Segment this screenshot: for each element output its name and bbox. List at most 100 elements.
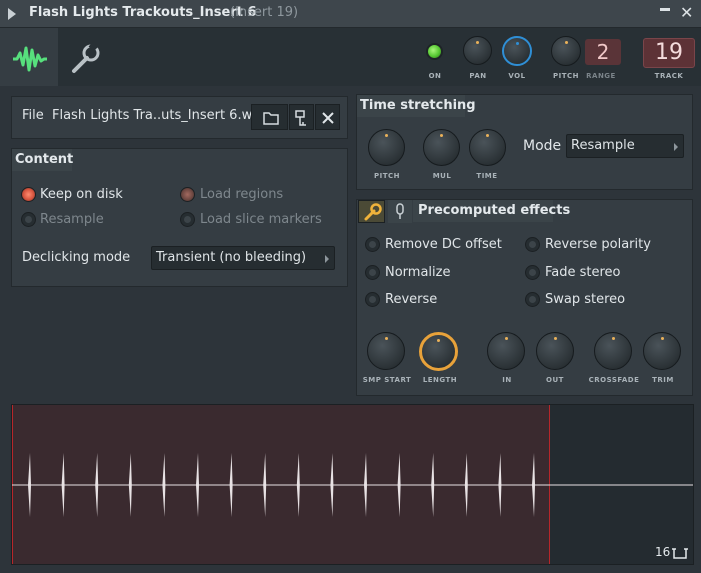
- precomputed-effects-title: Precomputed effects: [418, 203, 571, 218]
- length-knob[interactable]: [419, 332, 458, 371]
- track-label: TRACK: [654, 72, 684, 80]
- pan-knob[interactable]: [463, 36, 492, 65]
- resample-radio[interactable]: [21, 212, 36, 227]
- remove-dc-offset-radio[interactable]: [365, 237, 380, 252]
- mode-label: Mode: [523, 138, 562, 154]
- waveform-transient: [330, 453, 334, 517]
- waveform-transient: [95, 453, 99, 517]
- load-slice-markers-radio[interactable]: [180, 212, 195, 227]
- window-title: Flash Lights Trackouts_Insert 6: [29, 5, 257, 20]
- crossfade-knob[interactable]: [594, 332, 632, 370]
- declicking-mode-label: Declicking mode: [22, 250, 131, 265]
- remove-file-button[interactable]: [315, 104, 340, 130]
- effects-mic-button[interactable]: [388, 200, 412, 223]
- waveform-transient: [196, 453, 199, 517]
- waveform-transient: [532, 453, 535, 517]
- file-name: Flash Lights Tra..uts_Insert 6.wav: [52, 108, 268, 123]
- waveform-transient: [263, 453, 267, 517]
- in-label: IN: [502, 376, 512, 384]
- microphone-icon: [396, 203, 404, 219]
- out-label: OUT: [546, 376, 564, 384]
- minimize-icon[interactable]: [660, 8, 670, 11]
- on-label: ON: [428, 72, 442, 80]
- waveform-transient: [61, 453, 65, 517]
- in-knob[interactable]: [487, 332, 525, 370]
- mode-select[interactable]: Resample: [566, 134, 684, 158]
- vol-label: VOL: [508, 72, 526, 80]
- smp-start-knob[interactable]: [367, 332, 405, 370]
- open-folder-button[interactable]: [251, 104, 288, 130]
- folder-icon: [263, 112, 279, 125]
- fade-stereo-label: Fade stereo: [545, 265, 621, 280]
- close-icon[interactable]: ✕: [680, 3, 693, 23]
- dropdown-arrow-icon: [674, 143, 678, 151]
- normalize-label: Normalize: [385, 265, 451, 280]
- time-stretching-title: Time stretching: [360, 98, 476, 113]
- pan-label: PAN: [469, 72, 487, 80]
- smp-start-label: SMP START: [362, 376, 412, 384]
- reverse-polarity-radio[interactable]: [525, 237, 540, 252]
- fade-stereo-radio[interactable]: [525, 265, 540, 280]
- mul-label: MUL: [432, 172, 452, 180]
- declicking-mode-select[interactable]: Transient (no bleeding): [151, 246, 335, 270]
- reverse-radio[interactable]: [365, 292, 380, 307]
- loop-region-icon[interactable]: [672, 546, 688, 560]
- browse-tree-icon: [295, 110, 306, 126]
- reverse-polarity-label: Reverse polarity: [545, 237, 651, 252]
- vol-knob[interactable]: [502, 36, 532, 66]
- window-subtitle: (Insert 19): [230, 5, 299, 20]
- mul-knob[interactable]: [423, 129, 460, 166]
- pitch-knob[interactable]: [551, 36, 581, 66]
- browse-button[interactable]: [289, 104, 314, 130]
- swap-stereo-radio[interactable]: [525, 292, 540, 307]
- stretch-pitch-label: PITCH: [373, 172, 400, 180]
- tab-settings[interactable]: [60, 28, 112, 86]
- tab-sample[interactable]: [0, 28, 58, 86]
- waveform-view[interactable]: [11, 404, 694, 565]
- reverse-label: Reverse: [385, 292, 438, 307]
- window-menu-arrow-icon[interactable]: [8, 8, 16, 20]
- wrench-icon: [364, 203, 382, 221]
- trim-knob[interactable]: [643, 332, 681, 370]
- waveform-display: [12, 453, 693, 517]
- effects-wrench-button[interactable]: [358, 200, 385, 223]
- waveform-transient: [364, 453, 367, 517]
- normalize-radio[interactable]: [365, 265, 380, 280]
- resample-label: Resample: [40, 212, 104, 227]
- wrench-icon: [72, 41, 100, 73]
- load-regions-radio[interactable]: [180, 187, 195, 202]
- crossfade-label: CROSSFADE: [588, 376, 640, 384]
- on-led[interactable]: [426, 43, 443, 60]
- range-label: RANGE: [586, 72, 616, 80]
- title-bar: Flash Lights Trackouts_Insert 6 (Insert …: [0, 0, 701, 28]
- load-regions-label: Load regions: [200, 187, 284, 202]
- declicking-mode-value: Transient (no bleeding): [156, 250, 307, 265]
- time-label: TIME: [476, 172, 498, 180]
- file-label: File: [22, 108, 44, 123]
- close-x-icon: [322, 112, 334, 124]
- waveform-icon: [13, 46, 47, 72]
- out-knob[interactable]: [536, 332, 574, 370]
- stretch-pitch-knob[interactable]: [368, 129, 405, 166]
- mode-value: Resample: [571, 138, 635, 153]
- remove-dc-offset-label: Remove DC offset: [385, 237, 502, 252]
- time-knob[interactable]: [469, 129, 506, 166]
- dropdown-arrow-icon: [325, 255, 329, 263]
- waveform-transient: [464, 453, 468, 517]
- track-value: 19: [655, 40, 683, 65]
- waveform-transient: [229, 453, 233, 517]
- range-value: 2: [596, 40, 610, 64]
- swap-stereo-label: Swap stereo: [545, 292, 626, 307]
- keep-on-disk-label: Keep on disk: [40, 187, 123, 202]
- pitch-label: PITCH: [552, 72, 579, 80]
- trim-label: TRIM: [652, 376, 674, 384]
- content-title: Content: [15, 152, 74, 167]
- length-label: LENGTH: [422, 376, 458, 384]
- waveform-transient: [498, 453, 502, 517]
- beat-count: 16: [655, 545, 671, 559]
- waveform-transient: [162, 453, 166, 517]
- waveform-transient: [431, 453, 435, 517]
- waveform-transient: [128, 453, 132, 517]
- keep-on-disk-radio[interactable]: [21, 187, 36, 202]
- waveform-transient: [296, 453, 300, 517]
